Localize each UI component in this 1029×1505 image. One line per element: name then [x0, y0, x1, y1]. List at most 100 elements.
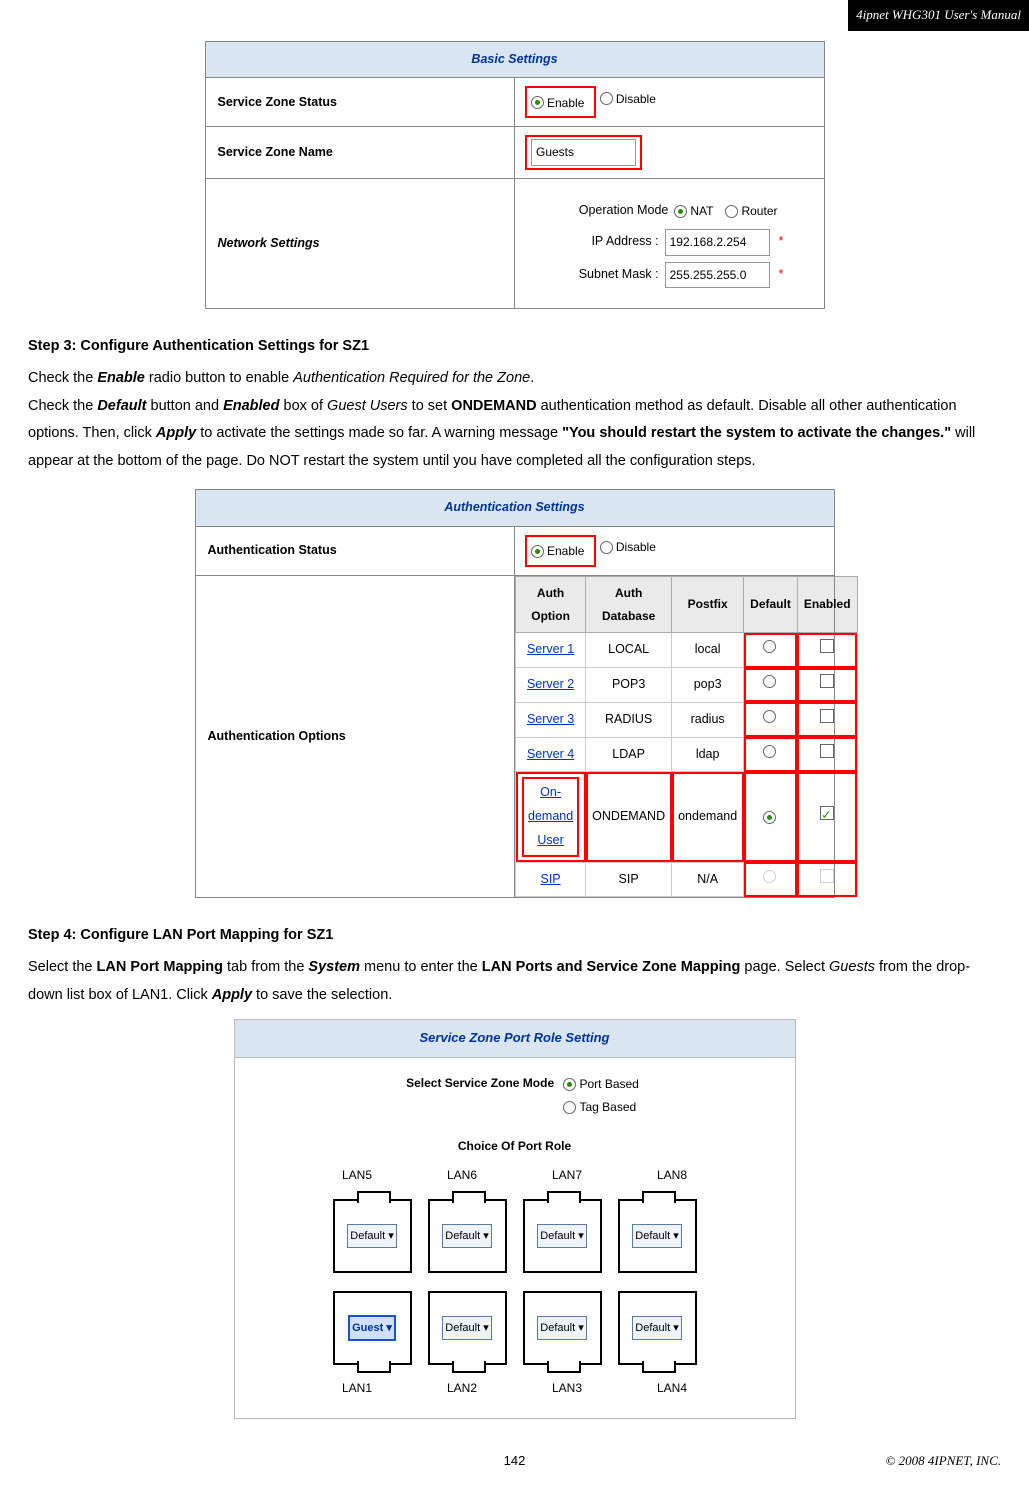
port-label: LAN5: [320, 1164, 395, 1187]
auth-default-cell: [744, 862, 798, 897]
auth-option-link[interactable]: SIP: [541, 872, 561, 886]
service-zone-name-label: Service Zone Name: [205, 127, 515, 179]
mode-port-based-radio[interactable]: Port Based: [563, 1073, 638, 1096]
col-auth-database: Auth Database: [586, 576, 672, 633]
manual-title: 4ipnet WHG301 User's Manual: [848, 0, 1029, 31]
step4-heading: Step 4: Configure LAN Port Mapping for S…: [28, 922, 1001, 950]
auth-option-link[interactable]: Server 4: [527, 747, 574, 761]
auth-options-label: Authentication Options: [195, 575, 515, 898]
auth-postfix: N/A: [672, 862, 744, 897]
port-zone-select[interactable]: Default ▾: [537, 1224, 586, 1249]
service-zone-status-label: Service Zone Status: [205, 78, 515, 127]
auth-db: ONDEMAND: [586, 772, 672, 862]
lan-port: Guest ▾: [333, 1291, 412, 1365]
network-settings-label: Network Settings: [205, 179, 515, 309]
port-zone-select[interactable]: Default ▾: [632, 1224, 681, 1249]
lan-port: Default ▾: [618, 1199, 697, 1273]
auth-default-radio[interactable]: [763, 675, 776, 688]
auth-row: Server 3 RADIUSradius: [516, 702, 858, 737]
auth-postfix: ondemand: [672, 772, 744, 862]
auth-status-enable-radio[interactable]: Enable: [531, 540, 584, 563]
auth-enabled-cell: [797, 737, 857, 772]
port-zone-select[interactable]: Default ▾: [537, 1316, 586, 1341]
auth-status-disable-radio[interactable]: Disable: [600, 536, 656, 559]
auth-db: SIP: [586, 862, 672, 897]
ip-address-input[interactable]: 192.168.2.254: [665, 229, 770, 256]
ip-address-label: IP Address :: [539, 230, 659, 254]
port-label: LAN1: [320, 1377, 395, 1400]
auth-default-radio[interactable]: [763, 811, 776, 824]
auth-db: RADIUS: [586, 702, 672, 737]
auth-default-radio[interactable]: [763, 640, 776, 653]
lan-port: Default ▾: [523, 1199, 602, 1273]
auth-postfix: radius: [672, 702, 744, 737]
auth-status-label: Authentication Status: [195, 526, 515, 575]
auth-default-cell: [744, 668, 798, 703]
opmode-nat-radio[interactable]: NAT: [674, 200, 713, 223]
auth-default-radio[interactable]: [763, 745, 776, 758]
port-zone-select[interactable]: Default ▾: [347, 1224, 396, 1249]
sz-status-enable-radio[interactable]: Enable: [531, 92, 584, 115]
auth-db: LDAP: [586, 737, 672, 772]
port-zone-select[interactable]: Default ▾: [442, 1224, 491, 1249]
step3-body: Check the Enable radio button to enable …: [28, 365, 1001, 475]
auth-db: POP3: [586, 668, 672, 703]
mode-tag-based-radio[interactable]: Tag Based: [563, 1096, 636, 1119]
port-label: LAN4: [635, 1377, 710, 1400]
port-role-title: Service Zone Port Role Setting: [235, 1020, 795, 1058]
auth-option-link[interactable]: Server 3: [527, 712, 574, 726]
auth-enabled-cell: [797, 702, 857, 737]
port-zone-select[interactable]: Default ▾: [632, 1316, 681, 1341]
port-label: LAN7: [530, 1164, 605, 1187]
subnet-mask-label: Subnet Mask :: [539, 263, 659, 287]
subnet-mask-input[interactable]: 255.255.255.0: [665, 262, 770, 289]
port-role-panel: Service Zone Port Role Setting Select Se…: [234, 1019, 796, 1419]
service-zone-mode-label: Select Service Zone Mode: [384, 1072, 554, 1095]
auth-enabled-checkbox[interactable]: [820, 744, 834, 758]
opmode-router-radio[interactable]: Router: [725, 200, 777, 223]
col-enabled: Enabled: [797, 576, 857, 633]
auth-option-link[interactable]: On-demand User: [528, 785, 573, 847]
lan-port: Default ▾: [618, 1291, 697, 1365]
service-zone-name-input[interactable]: Guests: [531, 139, 636, 166]
auth-enabled-checkbox[interactable]: [820, 639, 834, 653]
auth-default-radio[interactable]: [763, 710, 776, 723]
col-default: Default: [744, 576, 798, 633]
auth-enabled-cell: [797, 772, 857, 862]
col-auth-option: Auth Option: [516, 576, 586, 633]
auth-enabled-checkbox[interactable]: [820, 674, 834, 688]
basic-settings-title: Basic Settings: [205, 41, 824, 78]
auth-postfix: local: [672, 633, 744, 668]
auth-row: Server 2 POP3pop3: [516, 668, 858, 703]
auth-options-table: Auth Option Auth Database Postfix Defaul…: [515, 576, 858, 898]
auth-enabled-checkbox[interactable]: [820, 806, 834, 820]
auth-settings-panel: Authentication Settings Authentication S…: [195, 489, 835, 898]
port-zone-select[interactable]: Guest ▾: [348, 1315, 396, 1342]
port-label: LAN8: [635, 1164, 710, 1187]
sz-status-disable-radio[interactable]: Disable: [600, 88, 656, 111]
lan-port: Default ▾: [428, 1199, 507, 1273]
lan-port: Default ▾: [333, 1199, 412, 1273]
port-label: LAN6: [425, 1164, 500, 1187]
auth-row: Server 1 LOCALlocal: [516, 633, 858, 668]
auth-enabled-cell: [797, 668, 857, 703]
lan-port: Default ▾: [523, 1291, 602, 1365]
port-zone-select[interactable]: Default ▾: [442, 1316, 491, 1341]
port-label: LAN2: [425, 1377, 500, 1400]
page-number: 142: [208, 1449, 821, 1474]
auth-option-link[interactable]: Server 1: [527, 642, 574, 656]
auth-enabled-checkbox[interactable]: [820, 709, 834, 723]
auth-default-cell: [744, 772, 798, 862]
auth-postfix: pop3: [672, 668, 744, 703]
col-postfix: Postfix: [672, 576, 744, 633]
step3-heading: Step 3: Configure Authentication Setting…: [28, 333, 1001, 361]
auth-row: SIPSIPN/A: [516, 862, 858, 897]
auth-db: LOCAL: [586, 633, 672, 668]
choice-of-port-role-label: Choice Of Port Role: [235, 1135, 795, 1158]
auth-option-link[interactable]: Server 2: [527, 677, 574, 691]
basic-settings-panel: Basic Settings Service Zone Status Enabl…: [205, 41, 825, 310]
auth-default-cell: [744, 737, 798, 772]
lan-port: Default ▾: [428, 1291, 507, 1365]
auth-enabled-cell: [797, 633, 857, 668]
port-label: LAN3: [530, 1377, 605, 1400]
